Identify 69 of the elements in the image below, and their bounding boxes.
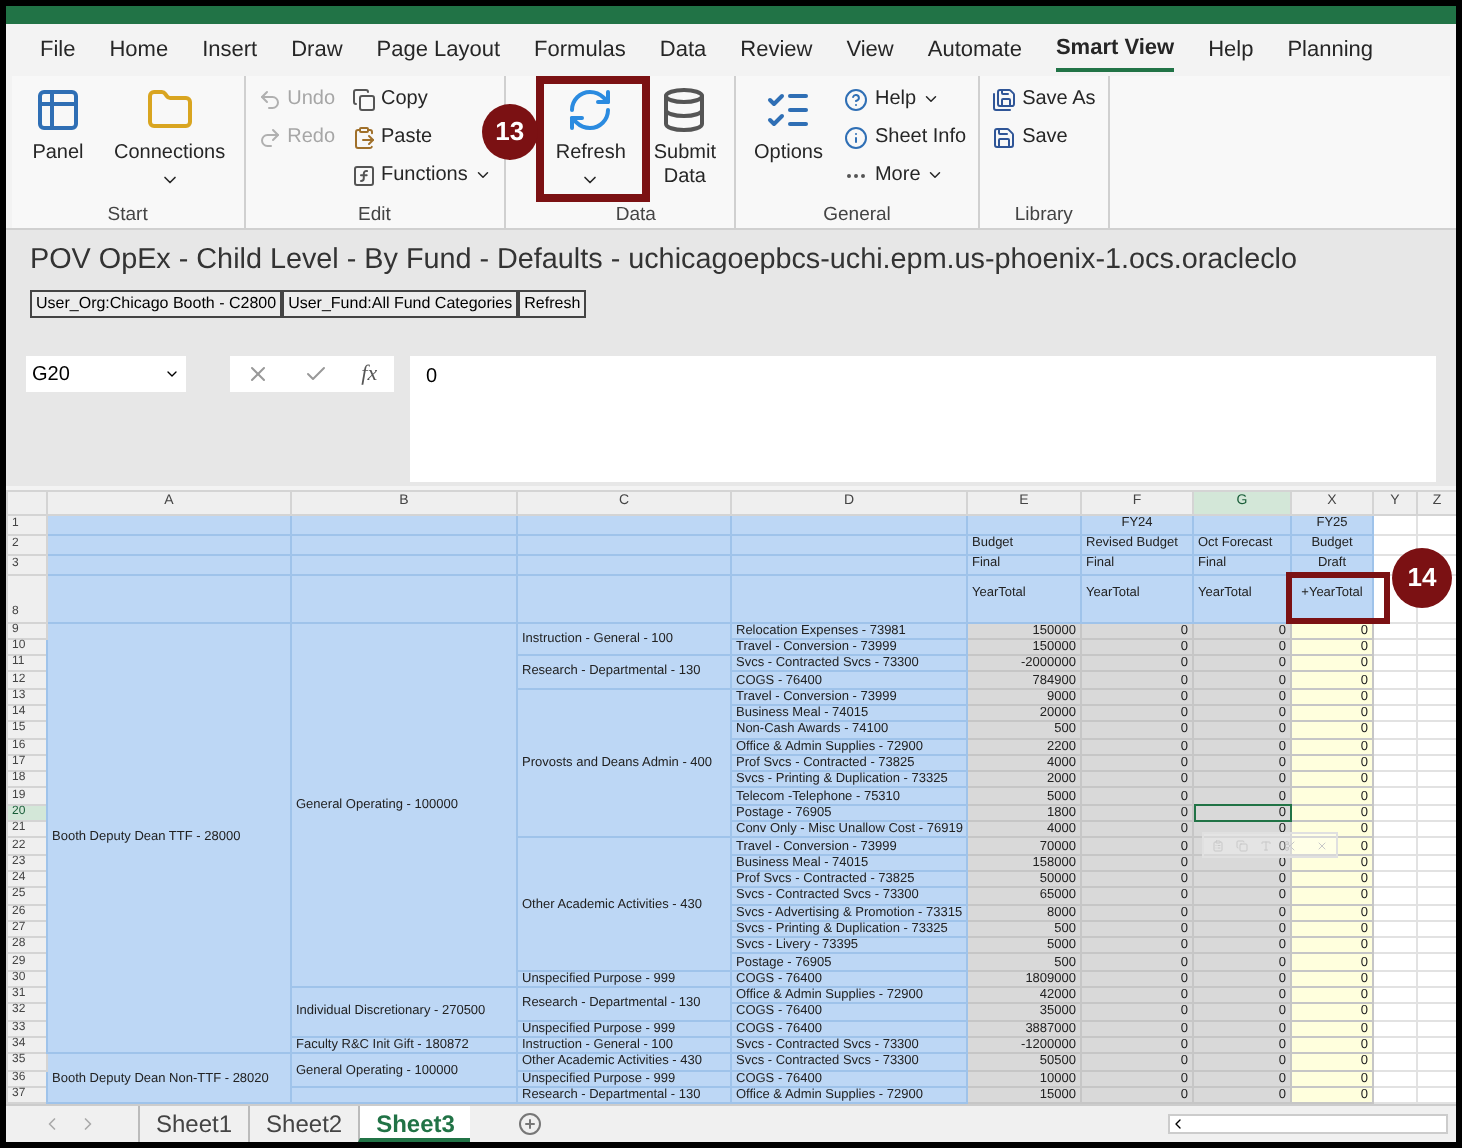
caret-icon: [473, 166, 492, 184]
group-label: Data: [613, 202, 658, 228]
ribbon-button[interactable]: Connections: [108, 80, 232, 190]
folder-icon: [145, 86, 194, 134]
formula-field[interactable]: 0: [410, 356, 1436, 482]
pov-button[interactable]: Refresh: [518, 289, 587, 318]
callout-badge: 14: [1392, 547, 1452, 607]
ribbon-button[interactable]: Help: [844, 80, 941, 118]
ribbon-button[interactable]: Sheet Info: [844, 118, 967, 156]
ribbon-tab[interactable]: View: [846, 28, 894, 72]
table-icon: [34, 86, 82, 134]
ribbon-button[interactable]: Refresh: [549, 80, 632, 190]
ribbon-tab[interactable]: Insert: [202, 28, 258, 72]
pov-button[interactable]: User_Fund:All Fund Categories: [282, 289, 519, 318]
callout-badge: 13: [481, 104, 538, 160]
ribbon-tab[interactable]: Data: [659, 28, 707, 72]
caret-icon: [922, 90, 941, 108]
refresh-icon: [566, 86, 615, 134]
ribbon-button[interactable]: Submit Data: [647, 80, 722, 190]
paste-icon[interactable]: [1212, 837, 1224, 853]
ribbon-tab[interactable]: Draw: [291, 28, 343, 72]
ribbon-tab[interactable]: Review: [740, 28, 813, 72]
ribbon-tab[interactable]: Automate: [927, 28, 1022, 72]
undo-icon: [257, 87, 282, 111]
add-sheet-icon[interactable]: [518, 1112, 543, 1137]
group-label: Edit: [356, 202, 393, 228]
ribbon-tab[interactable]: Help: [1208, 28, 1254, 72]
ribbon-tab[interactable]: Planning: [1287, 28, 1374, 72]
paste-icon: [351, 125, 375, 149]
ribbon-tab[interactable]: Home: [109, 28, 169, 72]
ribbon-button[interactable]: Options: [748, 80, 829, 166]
pov-button[interactable]: User_Org:Chicago Booth - C2800: [30, 289, 283, 318]
redo-icon: [257, 125, 282, 149]
function-icon: [351, 163, 375, 187]
group-label: Start: [105, 202, 150, 228]
highlight-frame: [1286, 571, 1390, 623]
horizontal-scrollbar[interactable]: [1168, 1114, 1448, 1135]
caret-icon: [164, 366, 180, 382]
close-icon[interactable]: [1316, 837, 1328, 853]
sheet-tab[interactable]: Sheet3: [358, 1106, 471, 1142]
ribbon-tab[interactable]: Smart View: [1055, 28, 1175, 72]
group-label: Library: [1012, 202, 1075, 228]
ribbon-button[interactable]: Save: [992, 118, 1068, 156]
cancel-icon[interactable]: [246, 362, 271, 386]
enter-icon[interactable]: [304, 362, 328, 386]
database-icon: [660, 86, 709, 134]
save-icon: [992, 125, 1017, 149]
info-icon: [844, 125, 869, 149]
group-label: General: [821, 202, 893, 228]
ribbon-button[interactable]: Panel: [24, 80, 92, 166]
function-button[interactable]: fx: [361, 357, 378, 391]
save-as-icon: [992, 87, 1017, 111]
sheet-title: POV OpEx - Child Level - By Fund - Defaults - uchicagoepbcs-uchi.epm.us-phoenix-1.ocs.oracleclo: [30, 242, 1299, 280]
scroll-left-icon[interactable]: [1170, 1116, 1186, 1133]
ribbon-button[interactable]: Functions: [351, 156, 492, 194]
help-icon: [844, 87, 869, 111]
copy-icon: [351, 87, 375, 111]
ribbon-tab[interactable]: Formulas: [534, 28, 626, 72]
copy-icon[interactable]: [1236, 837, 1248, 853]
caret-icon: [926, 166, 945, 184]
name-box[interactable]: G20: [26, 356, 186, 392]
ribbon-button[interactable]: Copy: [351, 80, 428, 118]
ribbon-button[interactable]: More: [844, 156, 945, 194]
sheet-tab[interactable]: Sheet1: [138, 1106, 249, 1142]
highlight-frame: [535, 76, 650, 202]
ribbon-tab[interactable]: Page Layout: [376, 28, 501, 72]
ribbon-button[interactable]: Save As: [992, 80, 1096, 118]
ribbon-tab[interactable]: File: [40, 28, 76, 72]
ribbon-button[interactable]: Paste: [351, 118, 433, 156]
